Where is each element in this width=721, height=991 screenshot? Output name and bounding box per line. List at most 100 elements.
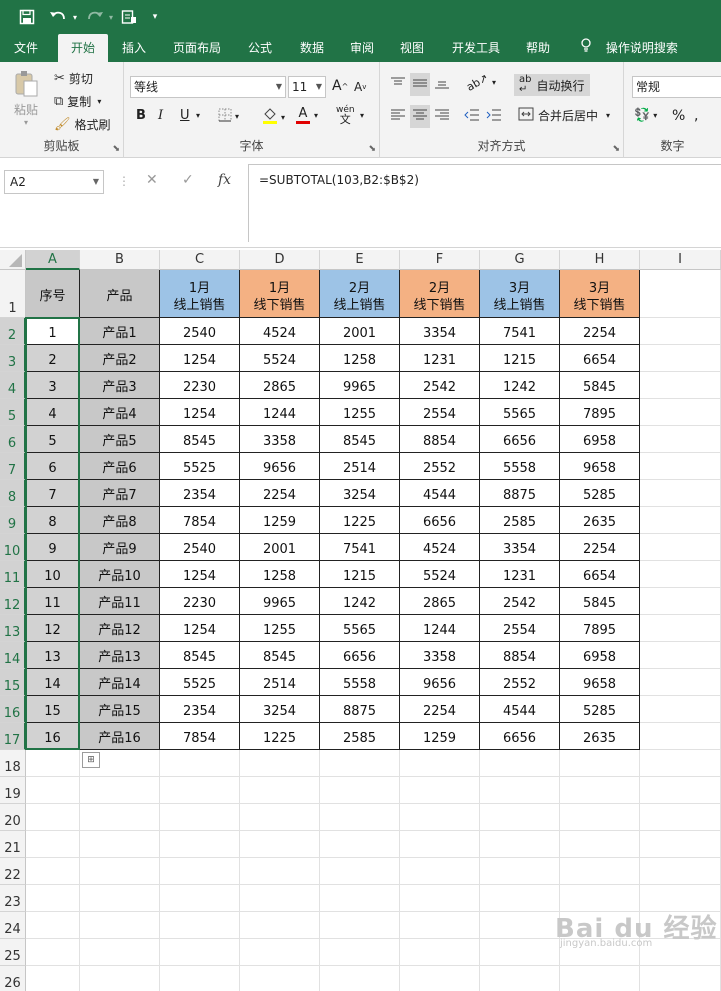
header-cell[interactable]: 2月 线下销售 xyxy=(400,270,480,318)
empty-cell[interactable] xyxy=(26,966,80,991)
sales-cell[interactable]: 5525 xyxy=(160,453,240,480)
empty-cell[interactable] xyxy=(640,615,721,642)
sales-cell[interactable]: 6958 xyxy=(560,426,640,453)
sales-cell[interactable]: 1215 xyxy=(480,345,560,372)
save-icon[interactable] xyxy=(16,7,38,27)
empty-cell[interactable] xyxy=(480,750,560,777)
empty-cell[interactable] xyxy=(160,831,240,858)
shrink-font-button[interactable]: Av xyxy=(354,80,366,94)
sales-cell[interactable]: 2554 xyxy=(480,615,560,642)
sales-cell[interactable]: 4544 xyxy=(480,696,560,723)
undo-dropdown-icon[interactable]: ▾ xyxy=(70,7,80,27)
empty-cell[interactable] xyxy=(640,507,721,534)
product-cell[interactable]: 产品10 xyxy=(80,561,160,588)
empty-cell[interactable] xyxy=(640,588,721,615)
empty-cell[interactable] xyxy=(640,669,721,696)
sales-cell[interactable]: 7895 xyxy=(560,615,640,642)
empty-cell[interactable] xyxy=(480,777,560,804)
accounting-format-button[interactable]: 💱 ▾ xyxy=(634,108,657,123)
empty-cell[interactable] xyxy=(560,777,640,804)
form-icon[interactable] xyxy=(118,7,140,27)
empty-cell[interactable] xyxy=(640,561,721,588)
sales-cell[interactable]: 2585 xyxy=(480,507,560,534)
empty-cell[interactable] xyxy=(240,885,320,912)
empty-cell[interactable] xyxy=(400,912,480,939)
row-header-10[interactable]: 10 xyxy=(0,534,26,561)
header-cell[interactable]: 1月 线下销售 xyxy=(240,270,320,318)
sales-cell[interactable]: 5558 xyxy=(480,453,560,480)
empty-cell[interactable] xyxy=(640,966,721,991)
product-cell[interactable]: 产品11 xyxy=(80,588,160,615)
decrease-indent-button[interactable] xyxy=(464,108,480,125)
sales-cell[interactable]: 7541 xyxy=(480,318,560,345)
empty-cell[interactable] xyxy=(240,966,320,991)
tab-formulas[interactable]: 公式 xyxy=(238,34,282,62)
sales-cell[interactable]: 2865 xyxy=(240,372,320,399)
index-cell[interactable]: 3 xyxy=(26,372,80,399)
tab-data[interactable]: 数据 xyxy=(290,34,334,62)
sales-cell[interactable]: 3358 xyxy=(400,642,480,669)
sales-cell[interactable]: 2354 xyxy=(160,696,240,723)
empty-cell[interactable] xyxy=(560,966,640,991)
sales-cell[interactable]: 6656 xyxy=(320,642,400,669)
redo-dropdown-icon[interactable]: ▾ xyxy=(106,7,116,27)
index-cell[interactable]: 14 xyxy=(26,669,80,696)
empty-cell[interactable] xyxy=(160,777,240,804)
bold-button[interactable]: B xyxy=(136,108,146,123)
product-cell[interactable]: 产品16 xyxy=(80,723,160,750)
index-cell[interactable]: 11 xyxy=(26,588,80,615)
sales-cell[interactable]: 1254 xyxy=(160,399,240,426)
sales-cell[interactable]: 2865 xyxy=(400,588,480,615)
row-header-9[interactable]: 9 xyxy=(0,507,26,534)
row-header-26[interactable]: 26 xyxy=(0,966,26,991)
sales-cell[interactable]: 8545 xyxy=(320,426,400,453)
sales-cell[interactable]: 8545 xyxy=(240,642,320,669)
sales-cell[interactable]: 7854 xyxy=(160,507,240,534)
column-header-h[interactable]: H xyxy=(560,250,640,270)
product-cell[interactable]: 产品13 xyxy=(80,642,160,669)
sales-cell[interactable]: 5565 xyxy=(480,399,560,426)
row-header-8[interactable]: 8 xyxy=(0,480,26,507)
index-cell[interactable]: 7 xyxy=(26,480,80,507)
product-cell[interactable]: 产品9 xyxy=(80,534,160,561)
font-launcher-icon[interactable]: ⬊ xyxy=(368,144,376,154)
sales-cell[interactable]: 4524 xyxy=(240,318,320,345)
empty-cell[interactable] xyxy=(320,858,400,885)
quick-analysis-icon[interactable]: ⊞ xyxy=(82,752,100,768)
sales-cell[interactable]: 2254 xyxy=(400,696,480,723)
empty-cell[interactable] xyxy=(640,804,721,831)
product-cell[interactable]: 产品7 xyxy=(80,480,160,507)
sales-cell[interactable]: 6656 xyxy=(480,426,560,453)
sales-cell[interactable]: 5524 xyxy=(240,345,320,372)
customize-quick-access-icon[interactable]: ▾ xyxy=(148,7,162,27)
empty-cell[interactable] xyxy=(640,345,721,372)
sales-cell[interactable]: 1254 xyxy=(160,345,240,372)
index-cell[interactable]: 5 xyxy=(26,426,80,453)
empty-cell[interactable] xyxy=(160,912,240,939)
row-header-11[interactable]: 11 xyxy=(0,561,26,588)
sales-cell[interactable]: 6656 xyxy=(480,723,560,750)
empty-cell[interactable] xyxy=(560,804,640,831)
sales-cell[interactable]: 2254 xyxy=(240,480,320,507)
fill-color-button[interactable]: ▾ xyxy=(262,107,285,128)
sales-cell[interactable]: 1244 xyxy=(240,399,320,426)
empty-cell[interactable] xyxy=(560,750,640,777)
empty-cell[interactable] xyxy=(400,885,480,912)
empty-cell[interactable] xyxy=(320,831,400,858)
underline-button[interactable]: U xyxy=(180,108,190,123)
empty-cell[interactable] xyxy=(640,642,721,669)
index-cell[interactable]: 16 xyxy=(26,723,80,750)
header-cell[interactable]: 3月 线下销售 xyxy=(560,270,640,318)
header-cell[interactable]: 序号 xyxy=(26,270,80,318)
percent-button[interactable]: % xyxy=(672,108,685,124)
sales-cell[interactable]: 3358 xyxy=(240,426,320,453)
product-cell[interactable]: 产品1 xyxy=(80,318,160,345)
sales-cell[interactable]: 1231 xyxy=(400,345,480,372)
header-cell[interactable]: 1月 线上销售 xyxy=(160,270,240,318)
empty-cell[interactable] xyxy=(80,912,160,939)
borders-button[interactable]: ▾ xyxy=(218,108,239,125)
sales-cell[interactable]: 1259 xyxy=(400,723,480,750)
alignment-launcher-icon[interactable]: ⬊ xyxy=(612,144,620,154)
empty-cell[interactable] xyxy=(640,777,721,804)
empty-cell[interactable] xyxy=(480,804,560,831)
